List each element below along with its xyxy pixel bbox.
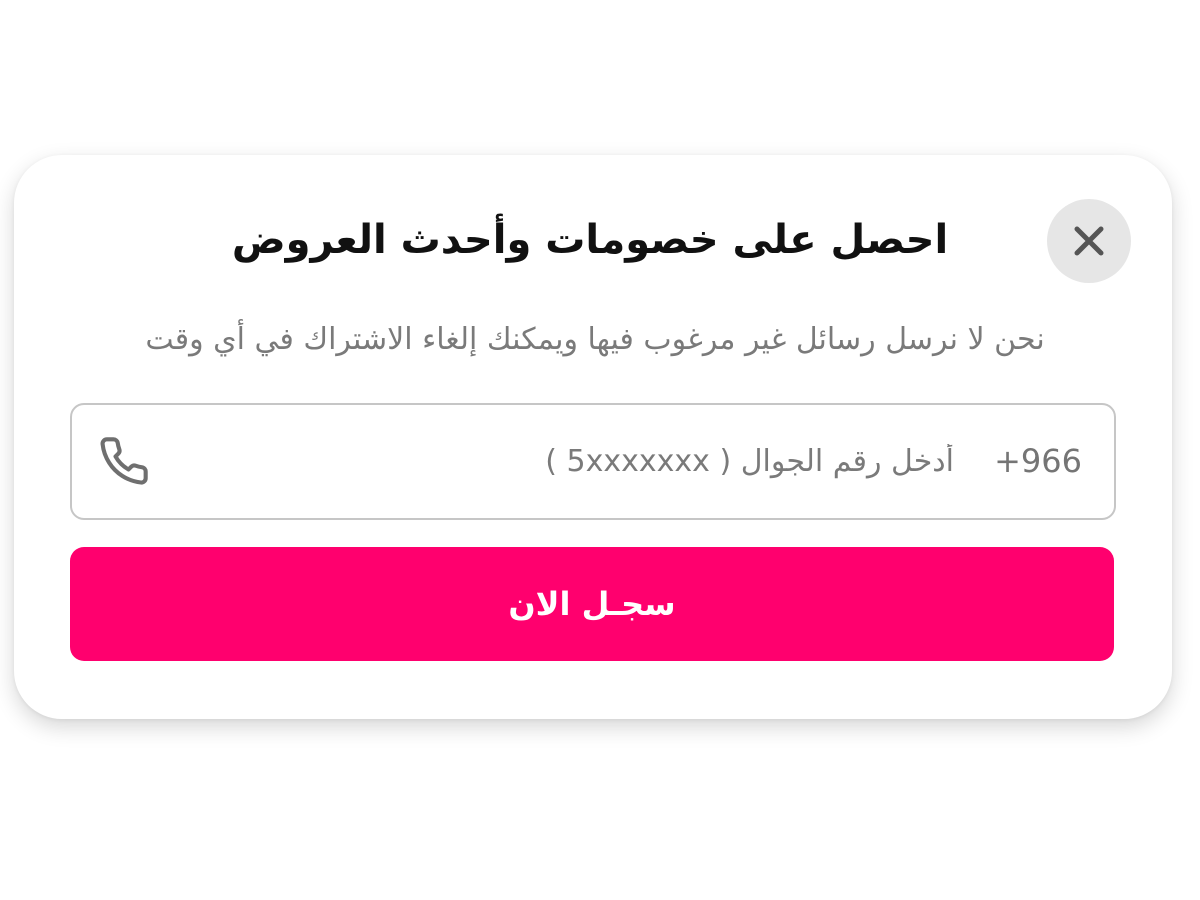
modal-title: احصل على خصومات وأحدث العروض (231, 217, 949, 263)
phone-icon (100, 437, 148, 485)
modal-subtitle: نحن لا نرسل رسائل غير مرغوب فيها ويمكنك … (145, 322, 1045, 357)
phone-input[interactable] (314, 431, 954, 491)
phone-field[interactable]: +966 (70, 403, 1116, 520)
register-button[interactable]: سجـل الان (70, 547, 1114, 661)
close-icon (1074, 226, 1104, 256)
close-button[interactable] (1047, 199, 1131, 283)
country-code: +966 (994, 442, 1082, 480)
